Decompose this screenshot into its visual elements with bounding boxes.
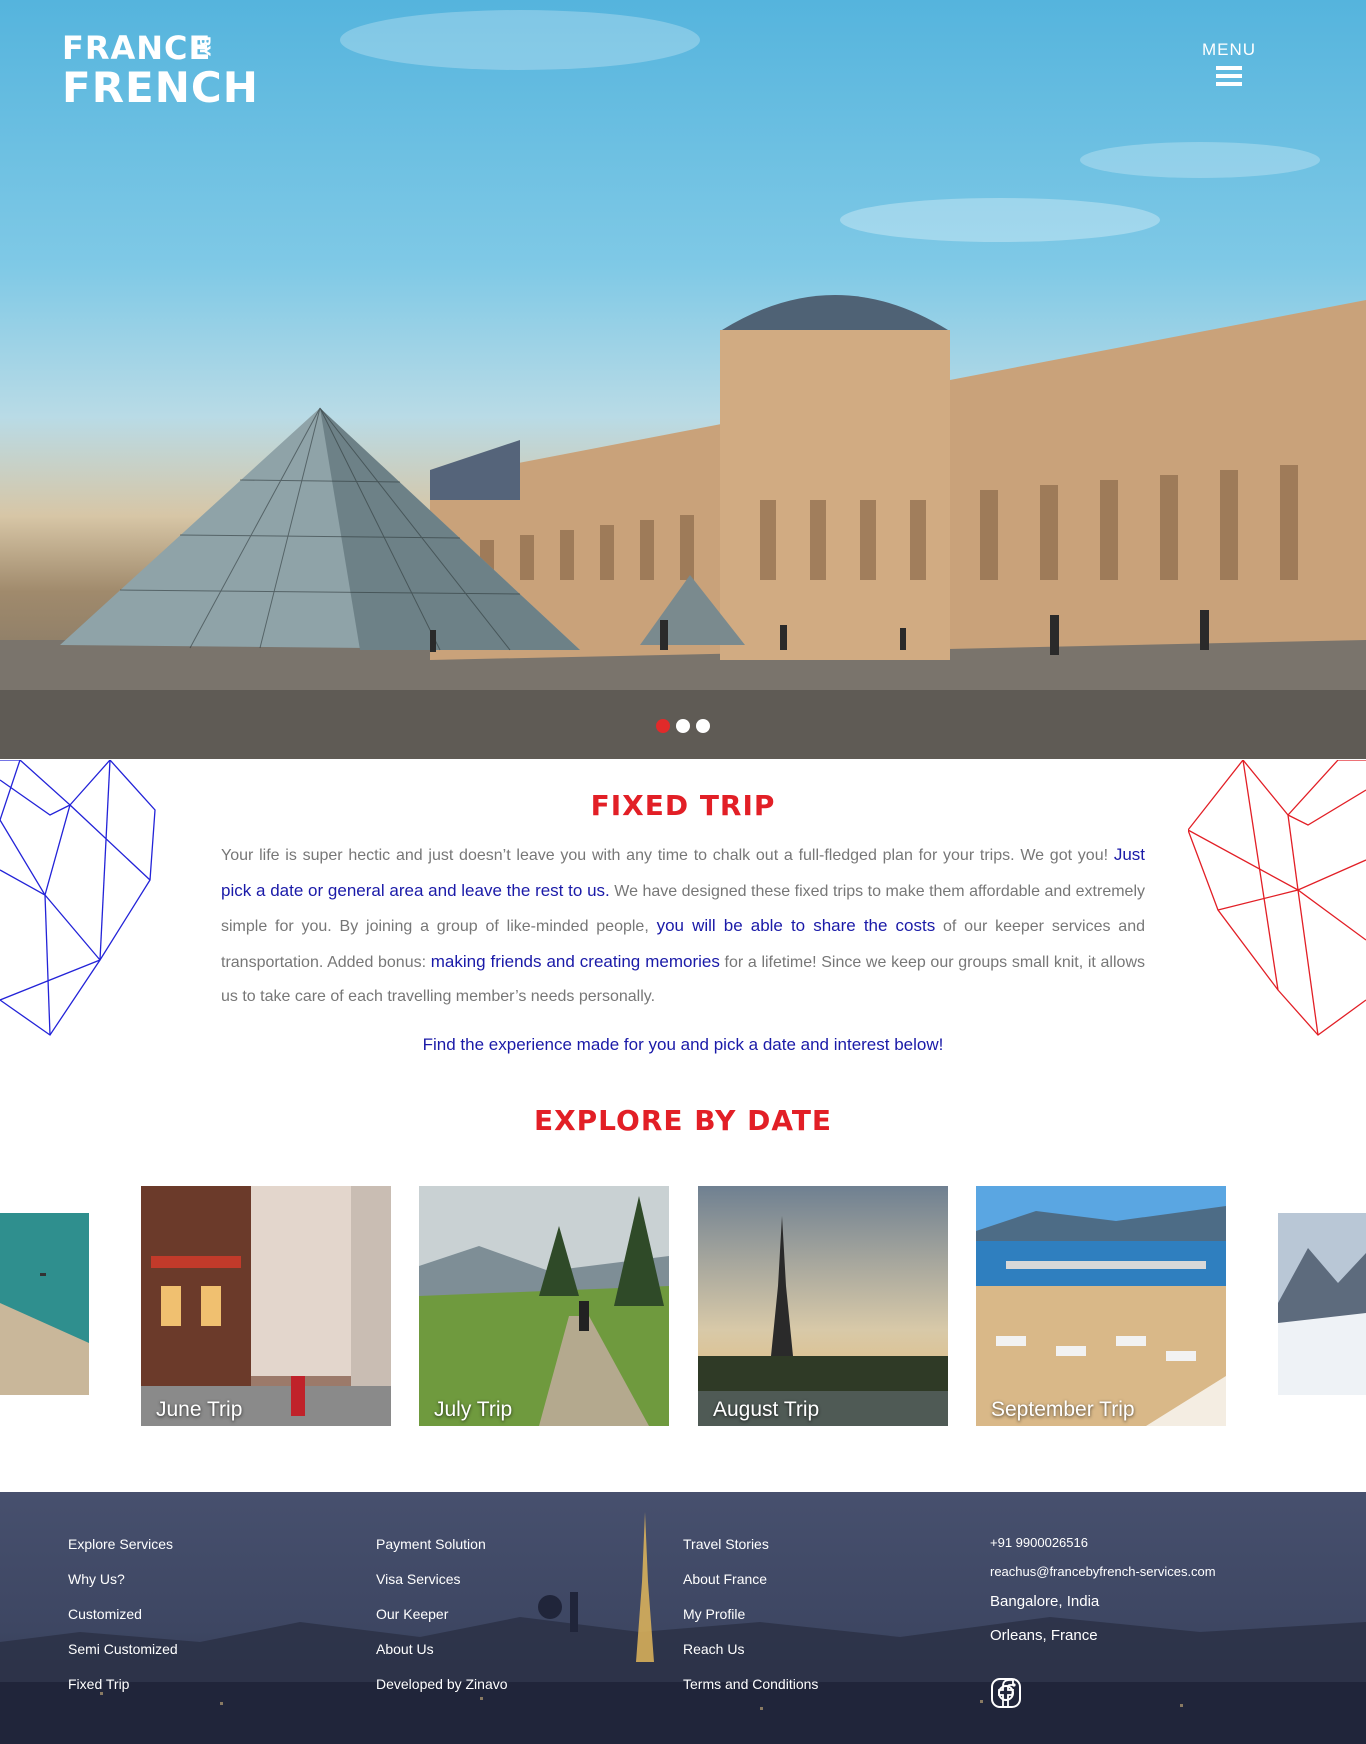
footer-link-terms[interactable]: Terms and Conditions	[683, 1675, 818, 1710]
menu-button[interactable]: MENU	[1196, 40, 1262, 90]
footer-link-my-profile[interactable]: My Profile	[683, 1605, 818, 1640]
intro-highlight-3: making friends and creating memories	[430, 951, 720, 971]
facebook-icon[interactable]	[998, 1677, 1070, 1709]
logo-line2: FRENCH	[62, 63, 259, 112]
louvre-hero-image	[0, 10, 1366, 759]
footer-city-bangalore: Bangalore, India	[990, 1593, 1100, 1610]
intro-highlight-2: you will be able to share the costs	[656, 916, 936, 935]
footer-email[interactable]: reachus@francebyfrench-services.com	[990, 1564, 1216, 1593]
slider-dot-2[interactable]	[676, 719, 690, 733]
carousel-card-next[interactable]	[1278, 1213, 1366, 1395]
footer-phone[interactable]: +91 9900026516	[990, 1535, 1216, 1564]
footer-link-explore-services[interactable]: Explore Services	[68, 1535, 178, 1570]
social-links	[990, 1677, 1070, 1709]
footer-link-fixed-trip[interactable]: Fixed Trip	[68, 1675, 178, 1710]
menu-label: MENU	[1201, 40, 1257, 59]
footer-link-developed-by[interactable]: Developed by Zinavo	[376, 1675, 508, 1710]
fixed-trip-title: FIXED TRIP	[590, 789, 776, 822]
pick-date-cta: Find the experience made for you and pic…	[422, 1035, 944, 1054]
trip-carousel: June Trip July Trip August Trip Septembe…	[0, 1186, 1366, 1426]
trip-card-september[interactable]: September Trip	[976, 1186, 1226, 1426]
footer-link-travel-stories[interactable]: Travel Stories	[683, 1535, 818, 1570]
footer-link-semi-customized[interactable]: Semi Customized	[68, 1640, 178, 1675]
footer-link-payment-solution[interactable]: Payment Solution	[376, 1535, 508, 1570]
footer-link-about-us[interactable]: About Us	[376, 1640, 508, 1675]
trip-card-label: September Trip	[991, 1398, 1135, 1421]
footer-link-visa-services[interactable]: Visa Services	[376, 1570, 508, 1605]
footer-col-info: Travel Stories About France My Profile R…	[683, 1535, 818, 1710]
footer-city-orleans: Orleans, France	[990, 1627, 1098, 1644]
trip-card-label: August Trip	[713, 1398, 820, 1421]
footer-link-reach-us[interactable]: Reach Us	[683, 1640, 818, 1675]
explore-by-date-title: EXPLORE BY DATE	[533, 1104, 833, 1137]
trip-card-label: June Trip	[156, 1398, 243, 1421]
footer-col-company: Payment Solution Visa Services Our Keepe…	[376, 1535, 508, 1710]
slider-dots	[656, 719, 710, 733]
hero-slider: FRANCE FRENCH BY MENU	[0, 0, 1366, 759]
footer-link-our-keeper[interactable]: Our Keeper	[376, 1605, 508, 1640]
site-logo[interactable]: FRANCE FRENCH BY	[62, 28, 259, 112]
hamburger-icon	[1216, 66, 1242, 86]
trip-card-july[interactable]: July Trip	[419, 1186, 669, 1426]
footer-link-about-france[interactable]: About France	[683, 1570, 818, 1605]
trip-card-june[interactable]: June Trip	[141, 1186, 391, 1426]
intro-text-1: Your life is super hectic and just doesn…	[221, 847, 1114, 864]
footer-col-services: Explore Services Why Us? Customized Semi…	[68, 1535, 178, 1710]
trip-card-label: July Trip	[434, 1398, 513, 1421]
logo-line1: FRANCE	[62, 29, 212, 67]
slider-dot-3[interactable]	[696, 719, 710, 733]
site-footer: Explore Services Why Us? Customized Semi…	[0, 1492, 1366, 1744]
trip-card-august[interactable]: August Trip	[698, 1186, 948, 1426]
slider-dot-1[interactable]	[656, 719, 670, 733]
fixed-trip-description: Your life is super hectic and just doesn…	[221, 838, 1145, 1015]
logo-by: BY	[196, 36, 212, 57]
footer-link-why-us[interactable]: Why Us?	[68, 1570, 178, 1605]
footer-contact: +91 9900026516 reachus@francebyfrench-se…	[990, 1535, 1216, 1661]
carousel-card-prev[interactable]	[0, 1213, 89, 1395]
footer-link-customized[interactable]: Customized	[68, 1605, 178, 1640]
